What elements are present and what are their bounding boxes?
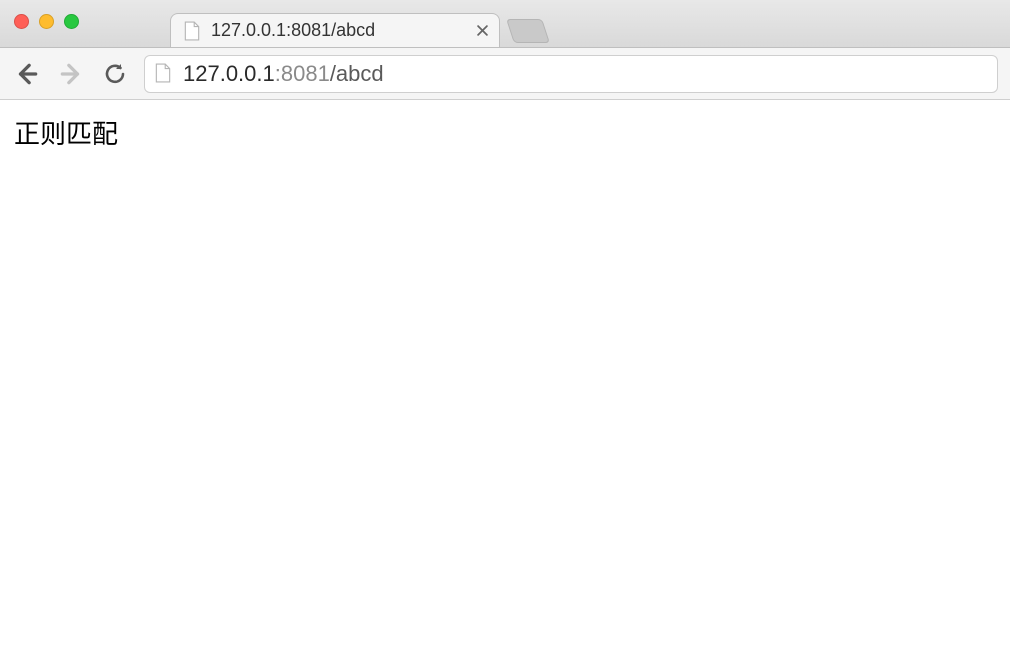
tab-title: 127.0.0.1:8081/abcd: [211, 20, 465, 41]
address-bar[interactable]: 127.0.0.1:8081/abcd: [144, 55, 998, 93]
back-button[interactable]: [12, 59, 42, 89]
tab-strip: 127.0.0.1:8081/abcd: [170, 0, 546, 47]
file-icon: [155, 63, 173, 85]
browser-tab[interactable]: 127.0.0.1:8081/abcd: [170, 13, 500, 47]
page-body-text: 正则匹配: [14, 114, 996, 151]
reload-button[interactable]: [100, 59, 130, 89]
forward-button[interactable]: [56, 59, 86, 89]
url-text: 127.0.0.1:8081/abcd: [183, 61, 384, 87]
window-minimize-button[interactable]: [39, 14, 54, 29]
window-zoom-button[interactable]: [64, 14, 79, 29]
url-host: 127.0.0.1: [183, 61, 275, 86]
window-titlebar: 127.0.0.1:8081/abcd: [0, 0, 1010, 48]
url-path: /abcd: [330, 61, 384, 86]
browser-toolbar: 127.0.0.1:8081/abcd: [0, 48, 1010, 100]
traffic-lights: [14, 14, 79, 29]
window-close-button[interactable]: [14, 14, 29, 29]
file-icon: [183, 20, 201, 42]
page-viewport: 正则匹配: [0, 100, 1010, 165]
new-tab-button[interactable]: [506, 19, 550, 43]
close-icon[interactable]: [475, 24, 489, 38]
url-port: :8081: [275, 61, 330, 86]
